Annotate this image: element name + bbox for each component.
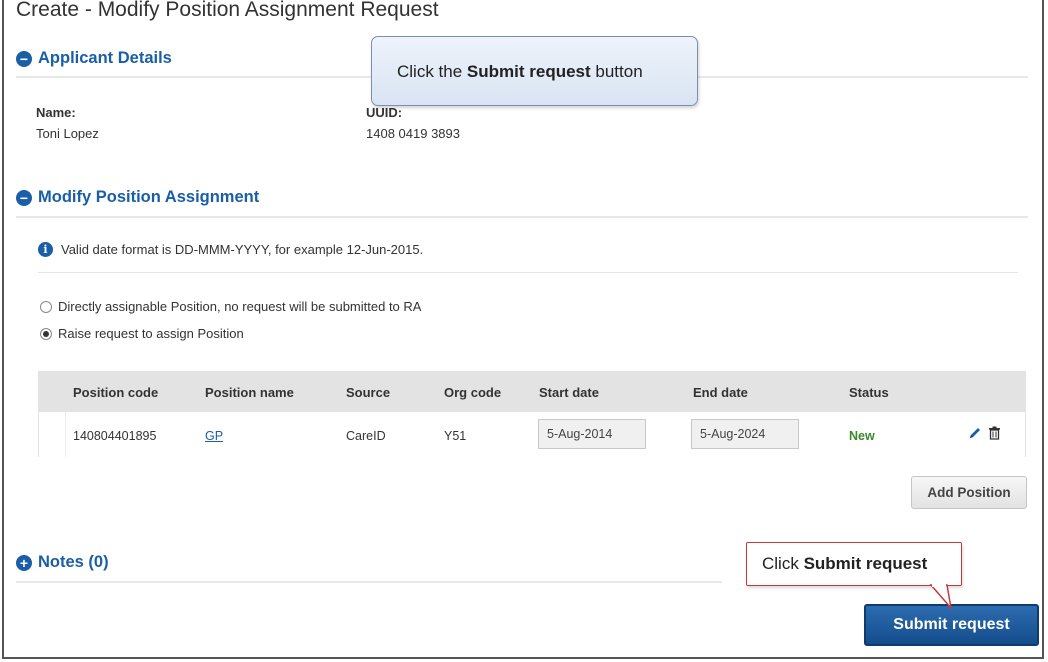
option-direct-assign[interactable]: Directly assignable Position, no request… (40, 299, 421, 314)
callout-text: Click the (397, 62, 467, 81)
radio-button-selected[interactable] (40, 327, 52, 340)
option-raise-request[interactable]: Raise request to assign Position (40, 326, 244, 341)
column-header: Start date (539, 385, 599, 400)
position-table: Position code Position name Source Org c… (38, 371, 1026, 457)
callout-text: button (590, 62, 643, 81)
collapse-icon: − (16, 189, 32, 206)
column-header: Position code (73, 385, 159, 400)
page-frame: Create - Modify Position Assignment Requ… (2, 0, 1044, 659)
column-header: Status (849, 385, 889, 400)
info-text: Valid date format is DD-MMM-YYYY, for ex… (61, 242, 424, 257)
uuid-label: UUID: (366, 105, 403, 120)
radio-button[interactable] (40, 300, 52, 313)
instruction-callout-bottom: Click Submit request (746, 542, 962, 586)
start-date-field[interactable]: 5-Aug-2014 (538, 419, 646, 449)
column-header: Source (346, 385, 391, 400)
column-header: Org code (444, 385, 502, 400)
delete-trash-icon[interactable] (988, 426, 1001, 440)
info-divider (38, 272, 1018, 273)
callout-bold-text: Submit request (803, 554, 928, 573)
column-header: Position name (205, 385, 294, 400)
add-position-button[interactable]: Add Position (911, 476, 1027, 509)
callout-text: Click (762, 554, 804, 573)
end-date-field[interactable]: 5-Aug-2024 (691, 419, 799, 449)
uuid-value: 1408 0419 3893 (366, 126, 460, 141)
option-label: Raise request to assign Position (58, 326, 244, 341)
callout-pointer (929, 584, 953, 610)
option-label: Directly assignable Position, no request… (58, 299, 422, 314)
row-handle (39, 412, 66, 457)
status-badge: New (849, 429, 875, 443)
section-divider (16, 581, 722, 583)
column-header: End date (693, 385, 748, 400)
applicant-details-toggle[interactable]: − Applicant Details (16, 49, 172, 68)
source-cell: CareID (346, 429, 386, 443)
name-value: Toni Lopez (36, 126, 99, 141)
instruction-callout-top: Click the Submit request button (371, 36, 698, 106)
date-format-info: i Valid date format is DD-MMM-YYYY, for … (38, 242, 423, 257)
name-label: Name: (36, 105, 76, 120)
org-code-cell: Y51 (444, 429, 467, 443)
edit-pencil-icon[interactable] (968, 426, 982, 440)
position-code-cell: 140804401895 (73, 429, 157, 443)
info-icon: i (38, 242, 53, 257)
page-title: Create - Modify Position Assignment Requ… (16, 0, 439, 21)
collapse-icon: − (16, 50, 32, 67)
modify-assignment-toggle[interactable]: − Modify Position Assignment (16, 188, 259, 207)
position-name-link[interactable]: GP (205, 429, 223, 443)
table-header: Position code Position name Source Org c… (39, 372, 1025, 412)
row-actions (968, 426, 1001, 440)
table-row: 140804401895 GP CareID Y51 5-Aug-2014 5-… (39, 412, 1025, 457)
expand-icon: + (16, 554, 32, 571)
callout-bold-text: Submit request (466, 62, 591, 81)
notes-toggle[interactable]: + Notes (0) (16, 553, 109, 572)
section-divider (16, 216, 1028, 218)
applicant-details-heading: Applicant Details (38, 49, 172, 67)
modify-assignment-heading: Modify Position Assignment (38, 188, 260, 206)
notes-heading: Notes (0) (38, 553, 109, 571)
submit-request-button[interactable]: Submit request (864, 604, 1039, 646)
